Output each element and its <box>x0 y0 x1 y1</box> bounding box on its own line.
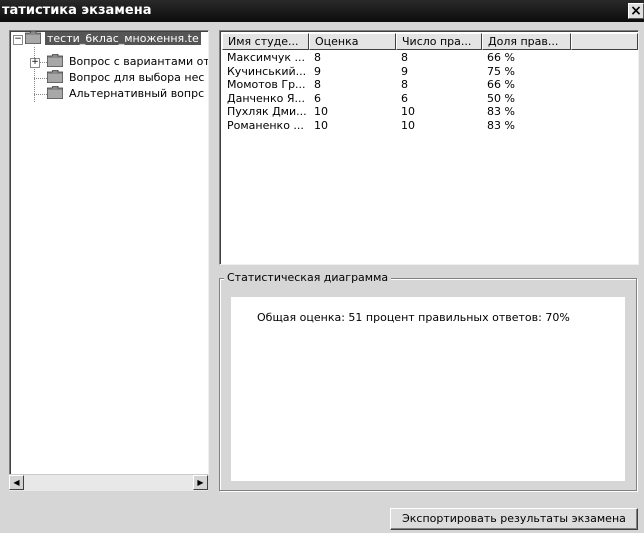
cell-correct-count: 10 <box>401 118 415 132</box>
group-title: Статистическая диаграмма <box>224 271 392 285</box>
table-header: Имя студе... Оценка Число пра... Доля пр… <box>222 33 638 50</box>
cell-student: Данченко Я... <box>227 91 305 105</box>
window-title: татистика экзамена <box>2 3 152 18</box>
table-row[interactable]: Пухляк Дми... 10 10 83 % <box>222 105 638 119</box>
table-row[interactable]: Максимчук ... 8 8 66 % <box>222 51 638 65</box>
cell-student: Пухляк Дми... <box>227 105 307 118</box>
tree-connector <box>34 78 47 79</box>
cell-grade: 8 <box>314 78 321 91</box>
tree-node-label: Альтернативный вопрс <box>69 87 205 100</box>
column-header-student[interactable]: Имя студе... <box>222 33 309 50</box>
tree-node-question-3[interactable]: Альтернативный вопрс <box>47 86 206 102</box>
cell-correct-share: 66 % <box>487 78 515 91</box>
cell-correct-share: 83 % <box>487 105 515 118</box>
question-tree[interactable]: − тести_6клас_множення.te + Вопрос с вар… <box>9 30 209 475</box>
cell-grade: 10 <box>314 105 328 118</box>
cell-student: Романенко ... <box>227 118 304 132</box>
tree-root-label: тести_6клас_множення.te <box>45 32 201 45</box>
scroll-left-button[interactable]: ◀ <box>9 475 24 490</box>
cell-correct-count: 6 <box>401 91 408 105</box>
cell-correct-count: 8 <box>401 78 408 91</box>
cell-correct-count: 9 <box>401 64 408 78</box>
cell-correct-count: 10 <box>401 105 415 118</box>
table-row[interactable]: Данченко Я... 6 6 50 % <box>222 92 638 106</box>
tree-node-label: Вопрос для выбора нес <box>69 71 205 84</box>
table-row[interactable]: Момотов Гр... 8 8 66 % <box>222 78 638 92</box>
statistics-diagram-panel: Общая оценка: 51 процент правильных отве… <box>231 297 625 481</box>
cell-grade: 6 <box>314 91 321 105</box>
close-button[interactable]: × <box>628 3 644 19</box>
column-header-empty <box>571 33 638 50</box>
title-bar: татистика экзамена × <box>0 0 644 22</box>
folder-icon <box>25 31 41 44</box>
statistics-group: Статистическая диаграмма Общая оценка: 5… <box>219 271 637 491</box>
cell-grade: 9 <box>314 64 321 78</box>
cell-correct-share: 66 % <box>487 51 515 64</box>
tree-root-node[interactable]: тести_6клас_множення.te <box>25 31 201 47</box>
scroll-right-button[interactable]: ▶ <box>193 475 208 490</box>
cell-grade: 8 <box>314 51 321 64</box>
cell-correct-share: 83 % <box>487 118 515 132</box>
tree-connector <box>39 62 47 63</box>
folder-icon <box>47 54 63 67</box>
export-results-button[interactable]: Экспортировать результаты экзамена <box>390 508 638 530</box>
tree-node-label: Вопрос с вариантами от <box>69 55 209 68</box>
cell-student: Кучинський... <box>227 64 307 78</box>
folder-icon <box>47 70 63 83</box>
tree-node-question-2[interactable]: Вопрос для выбора нес <box>47 70 206 86</box>
column-header-correct-count[interactable]: Число пра... <box>396 33 482 50</box>
folder-icon <box>47 86 63 99</box>
tree-connector <box>34 94 47 95</box>
cell-correct-count: 8 <box>401 51 408 64</box>
table-body: Максимчук ... 8 8 66 % Кучинський... 9 9… <box>222 51 638 132</box>
cell-correct-share: 75 % <box>487 64 515 78</box>
column-header-grade[interactable]: Оценка <box>309 33 396 50</box>
expand-toggle[interactable]: + <box>30 58 40 68</box>
results-table[interactable]: Имя студе... Оценка Число пра... Доля пр… <box>219 30 639 265</box>
cell-grade: 10 <box>314 118 328 132</box>
cell-student: Момотов Гр... <box>227 78 306 91</box>
tree-node-question-1[interactable]: Вопрос с вариантами от <box>47 54 209 70</box>
table-row[interactable]: Кучинський... 9 9 75 % <box>222 65 638 79</box>
summary-text: Общая оценка: 51 процент правильных отве… <box>257 311 570 324</box>
collapse-toggle[interactable]: − <box>13 35 23 45</box>
table-row[interactable]: Романенко ... 10 10 83 % <box>222 119 638 133</box>
cell-student: Максимчук ... <box>227 51 306 64</box>
tree-horizontal-scrollbar[interactable]: ◀ ▶ <box>9 474 208 491</box>
column-header-correct-share[interactable]: Доля прав... <box>482 33 571 50</box>
cell-correct-share: 50 % <box>487 91 515 105</box>
